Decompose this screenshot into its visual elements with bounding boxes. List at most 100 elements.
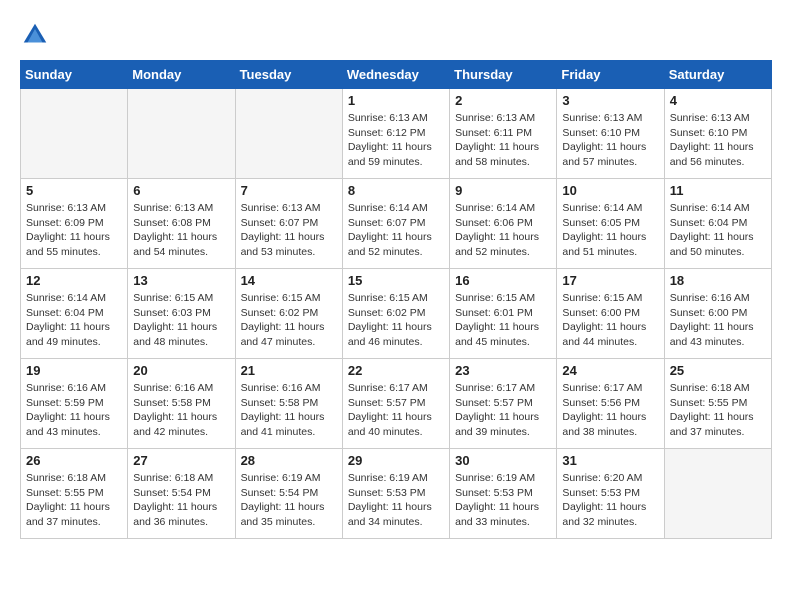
day-number: 10 bbox=[562, 183, 658, 198]
calendar-cell: 11 Sunrise: 6:14 AMSunset: 6:04 PMDayligh… bbox=[664, 179, 771, 269]
week-row-4: 19 Sunrise: 6:16 AMSunset: 5:59 PMDayligh… bbox=[21, 359, 772, 449]
day-info: Sunrise: 6:17 AMSunset: 5:57 PMDaylight:… bbox=[348, 381, 444, 440]
day-info: Sunrise: 6:20 AMSunset: 5:53 PMDaylight:… bbox=[562, 471, 658, 530]
calendar-cell: 4Sunrise: 6:13 AMSunset: 6:10 PMDaylight… bbox=[664, 89, 771, 179]
day-info: Sunrise: 6:13 AMSunset: 6:09 PMDaylight:… bbox=[26, 201, 122, 260]
calendar-cell: 10Sunrise: 6:14 AMSunset: 6:05 PMDayligh… bbox=[557, 179, 664, 269]
day-info: Sunrise: 6:15 AMSunset: 6:03 PMDaylight:… bbox=[133, 291, 229, 350]
day-info: Sunrise: 6:13 AMSunset: 6:08 PMDaylight:… bbox=[133, 201, 229, 260]
calendar-cell: 8Sunrise: 6:14 AMSunset: 6:07 PMDaylight… bbox=[342, 179, 449, 269]
week-row-2: 5 Sunrise: 6:13 AMSunset: 6:09 PMDaylight… bbox=[21, 179, 772, 269]
calendar-cell: 19 Sunrise: 6:16 AMSunset: 5:59 PMDayligh… bbox=[21, 359, 128, 449]
calendar-cell: 3 Sunrise: 6:13 AMSunset: 6:10 PMDaylight… bbox=[557, 89, 664, 179]
day-info: Sunrise: 6:19 AMSunset: 5:53 PMDaylight:… bbox=[455, 471, 551, 530]
day-number: 3 bbox=[562, 93, 658, 108]
calendar-cell bbox=[664, 449, 771, 539]
week-row-5: 26Sunrise: 6:18 AMSunset: 5:55 PMDayligh… bbox=[21, 449, 772, 539]
calendar-cell: 31Sunrise: 6:20 AMSunset: 5:53 PMDayligh… bbox=[557, 449, 664, 539]
day-number: 24 bbox=[562, 363, 658, 378]
calendar-cell: 29Sunrise: 6:19 AMSunset: 5:53 PMDayligh… bbox=[342, 449, 449, 539]
day-info: Sunrise: 6:19 AMSunset: 5:54 PMDaylight:… bbox=[241, 471, 337, 530]
day-info: Sunrise: 6:14 AMSunset: 6:04 PMDaylight:… bbox=[670, 201, 766, 260]
day-info: Sunrise: 6:16 AMSunset: 5:58 PMDaylight:… bbox=[241, 381, 337, 440]
calendar-cell: 15Sunrise: 6:15 AMSunset: 6:02 PMDayligh… bbox=[342, 269, 449, 359]
calendar-cell: 23 Sunrise: 6:17 AMSunset: 5:57 PMDayligh… bbox=[450, 359, 557, 449]
calendar: SundayMondayTuesdayWednesdayThursdayFrid… bbox=[20, 60, 772, 539]
day-info: Sunrise: 6:13 AMSunset: 6:07 PMDaylight:… bbox=[241, 201, 337, 260]
calendar-cell: 21 Sunrise: 6:16 AMSunset: 5:58 PMDayligh… bbox=[235, 359, 342, 449]
day-number: 20 bbox=[133, 363, 229, 378]
day-number: 13 bbox=[133, 273, 229, 288]
day-info: Sunrise: 6:16 AMSunset: 5:59 PMDaylight:… bbox=[26, 381, 122, 440]
day-info: Sunrise: 6:16 AMSunset: 6:00 PMDaylight:… bbox=[670, 291, 766, 350]
day-number: 2 bbox=[455, 93, 551, 108]
day-number: 25 bbox=[670, 363, 766, 378]
day-number: 29 bbox=[348, 453, 444, 468]
day-number: 18 bbox=[670, 273, 766, 288]
calendar-cell: 2 Sunrise: 6:13 AMSunset: 6:11 PMDaylight… bbox=[450, 89, 557, 179]
day-info: Sunrise: 6:14 AMSunset: 6:04 PMDaylight:… bbox=[26, 291, 122, 350]
day-number: 8 bbox=[348, 183, 444, 198]
weekday-header-friday: Friday bbox=[557, 61, 664, 89]
day-number: 15 bbox=[348, 273, 444, 288]
calendar-cell: 20 Sunrise: 6:16 AMSunset: 5:58 PMDayligh… bbox=[128, 359, 235, 449]
day-info: Sunrise: 6:18 AMSunset: 5:55 PMDaylight:… bbox=[670, 381, 766, 440]
day-info: Sunrise: 6:13 AMSunset: 6:11 PMDaylight:… bbox=[455, 111, 551, 170]
calendar-cell: 7 Sunrise: 6:13 AMSunset: 6:07 PMDaylight… bbox=[235, 179, 342, 269]
header bbox=[20, 20, 772, 50]
calendar-cell: 26Sunrise: 6:18 AMSunset: 5:55 PMDayligh… bbox=[21, 449, 128, 539]
day-number: 7 bbox=[241, 183, 337, 198]
calendar-cell: 9 Sunrise: 6:14 AMSunset: 6:06 PMDaylight… bbox=[450, 179, 557, 269]
weekday-header-row: SundayMondayTuesdayWednesdayThursdayFrid… bbox=[21, 61, 772, 89]
logo bbox=[20, 20, 54, 50]
day-info: Sunrise: 6:16 AMSunset: 5:58 PMDaylight:… bbox=[133, 381, 229, 440]
day-info: Sunrise: 6:13 AMSunset: 6:10 PMDaylight:… bbox=[562, 111, 658, 170]
weekday-header-wednesday: Wednesday bbox=[342, 61, 449, 89]
day-info: Sunrise: 6:18 AMSunset: 5:55 PMDaylight:… bbox=[26, 471, 122, 530]
day-number: 21 bbox=[241, 363, 337, 378]
weekday-header-sunday: Sunday bbox=[21, 61, 128, 89]
day-number: 17 bbox=[562, 273, 658, 288]
logo-icon bbox=[20, 20, 50, 50]
calendar-cell: 22Sunrise: 6:17 AMSunset: 5:57 PMDayligh… bbox=[342, 359, 449, 449]
day-number: 6 bbox=[133, 183, 229, 198]
day-number: 27 bbox=[133, 453, 229, 468]
day-number: 9 bbox=[455, 183, 551, 198]
calendar-cell: 30 Sunrise: 6:19 AMSunset: 5:53 PMDayligh… bbox=[450, 449, 557, 539]
day-number: 12 bbox=[26, 273, 122, 288]
day-number: 11 bbox=[670, 183, 766, 198]
week-row-3: 12 Sunrise: 6:14 AMSunset: 6:04 PMDayligh… bbox=[21, 269, 772, 359]
day-info: Sunrise: 6:17 AMSunset: 5:57 PMDaylight:… bbox=[455, 381, 551, 440]
day-number: 16 bbox=[455, 273, 551, 288]
weekday-header-tuesday: Tuesday bbox=[235, 61, 342, 89]
day-info: Sunrise: 6:14 AMSunset: 6:06 PMDaylight:… bbox=[455, 201, 551, 260]
day-info: Sunrise: 6:15 AMSunset: 6:00 PMDaylight:… bbox=[562, 291, 658, 350]
calendar-cell: 16 Sunrise: 6:15 AMSunset: 6:01 PMDayligh… bbox=[450, 269, 557, 359]
day-number: 28 bbox=[241, 453, 337, 468]
page: SundayMondayTuesdayWednesdayThursdayFrid… bbox=[0, 0, 792, 559]
weekday-header-thursday: Thursday bbox=[450, 61, 557, 89]
day-number: 1 bbox=[348, 93, 444, 108]
day-info: Sunrise: 6:18 AMSunset: 5:54 PMDaylight:… bbox=[133, 471, 229, 530]
calendar-cell: 12 Sunrise: 6:14 AMSunset: 6:04 PMDayligh… bbox=[21, 269, 128, 359]
day-number: 19 bbox=[26, 363, 122, 378]
calendar-cell: 5 Sunrise: 6:13 AMSunset: 6:09 PMDaylight… bbox=[21, 179, 128, 269]
weekday-header-monday: Monday bbox=[128, 61, 235, 89]
day-info: Sunrise: 6:15 AMSunset: 6:01 PMDaylight:… bbox=[455, 291, 551, 350]
calendar-cell: 17 Sunrise: 6:15 AMSunset: 6:00 PMDayligh… bbox=[557, 269, 664, 359]
calendar-cell: 25 Sunrise: 6:18 AMSunset: 5:55 PMDayligh… bbox=[664, 359, 771, 449]
calendar-cell bbox=[21, 89, 128, 179]
day-info: Sunrise: 6:13 AMSunset: 6:10 PMDaylight:… bbox=[670, 111, 766, 170]
day-info: Sunrise: 6:13 AMSunset: 6:12 PMDaylight:… bbox=[348, 111, 444, 170]
day-number: 30 bbox=[455, 453, 551, 468]
calendar-cell: 6 Sunrise: 6:13 AMSunset: 6:08 PMDaylight… bbox=[128, 179, 235, 269]
day-number: 14 bbox=[241, 273, 337, 288]
week-row-1: 1 Sunrise: 6:13 AMSunset: 6:12 PMDaylight… bbox=[21, 89, 772, 179]
calendar-cell: 24 Sunrise: 6:17 AMSunset: 5:56 PMDayligh… bbox=[557, 359, 664, 449]
day-number: 5 bbox=[26, 183, 122, 198]
weekday-header-saturday: Saturday bbox=[664, 61, 771, 89]
calendar-cell: 13 Sunrise: 6:15 AMSunset: 6:03 PMDayligh… bbox=[128, 269, 235, 359]
day-number: 23 bbox=[455, 363, 551, 378]
calendar-cell: 28 Sunrise: 6:19 AMSunset: 5:54 PMDayligh… bbox=[235, 449, 342, 539]
day-info: Sunrise: 6:17 AMSunset: 5:56 PMDaylight:… bbox=[562, 381, 658, 440]
